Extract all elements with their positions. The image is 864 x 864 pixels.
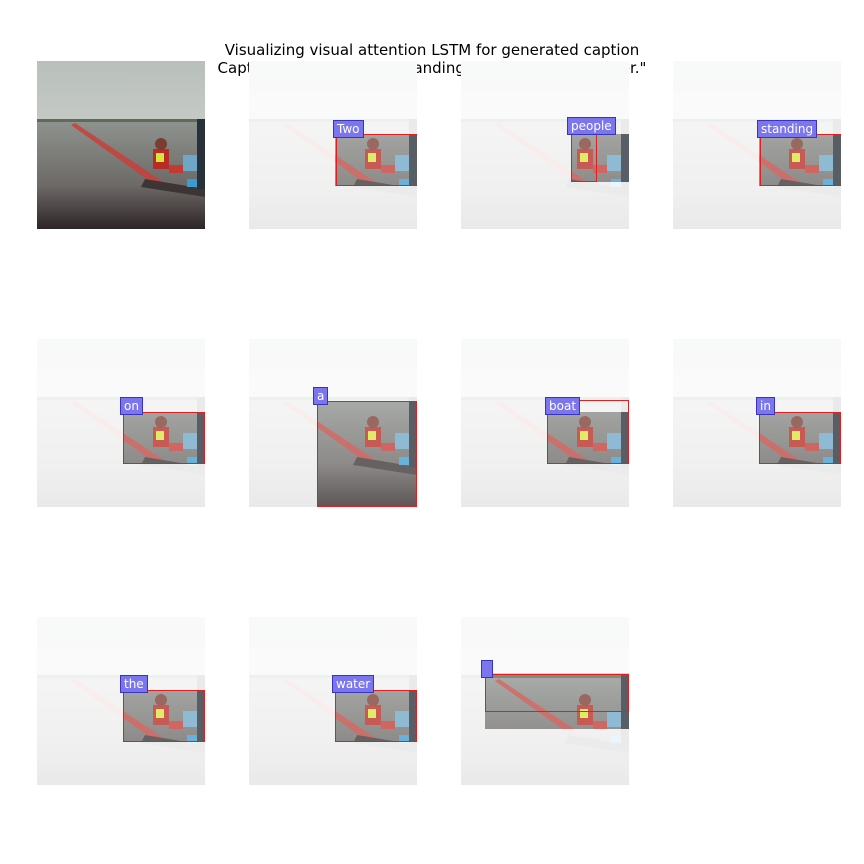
attention-panel: a [249, 339, 417, 507]
attention-box [123, 412, 205, 464]
word-label: water [332, 675, 375, 693]
word-label: on [120, 397, 143, 415]
word-label [481, 660, 493, 678]
attention-box [571, 134, 597, 182]
word-label: in [756, 397, 775, 415]
attention-panel: on [37, 339, 205, 507]
attention-panel: water [249, 617, 417, 785]
attention-panel: in [673, 339, 841, 507]
attention-panel: boat [461, 339, 629, 507]
boat-photo [37, 61, 205, 229]
original-image-panel [37, 61, 205, 229]
word-label: a [313, 387, 329, 405]
word-label: people [567, 117, 616, 135]
word-label: standing [757, 120, 818, 138]
attention-box [123, 690, 205, 742]
attention-panel [461, 617, 629, 785]
attention-panel: Two [249, 61, 417, 229]
attention-box [336, 134, 417, 186]
attention-box [485, 674, 629, 712]
attention-box [759, 412, 841, 464]
word-label: boat [545, 397, 581, 415]
figure-title: Visualizing visual attention LSTM for ge… [224, 41, 640, 59]
attention-panel: the [37, 617, 205, 785]
word-label: Two [333, 120, 364, 138]
attention-box [760, 134, 841, 186]
attention-box [335, 690, 417, 742]
attention-panel: standing [673, 61, 841, 229]
attention-box [317, 401, 417, 507]
attention-panel: people [461, 61, 629, 229]
word-label: the [120, 675, 148, 693]
